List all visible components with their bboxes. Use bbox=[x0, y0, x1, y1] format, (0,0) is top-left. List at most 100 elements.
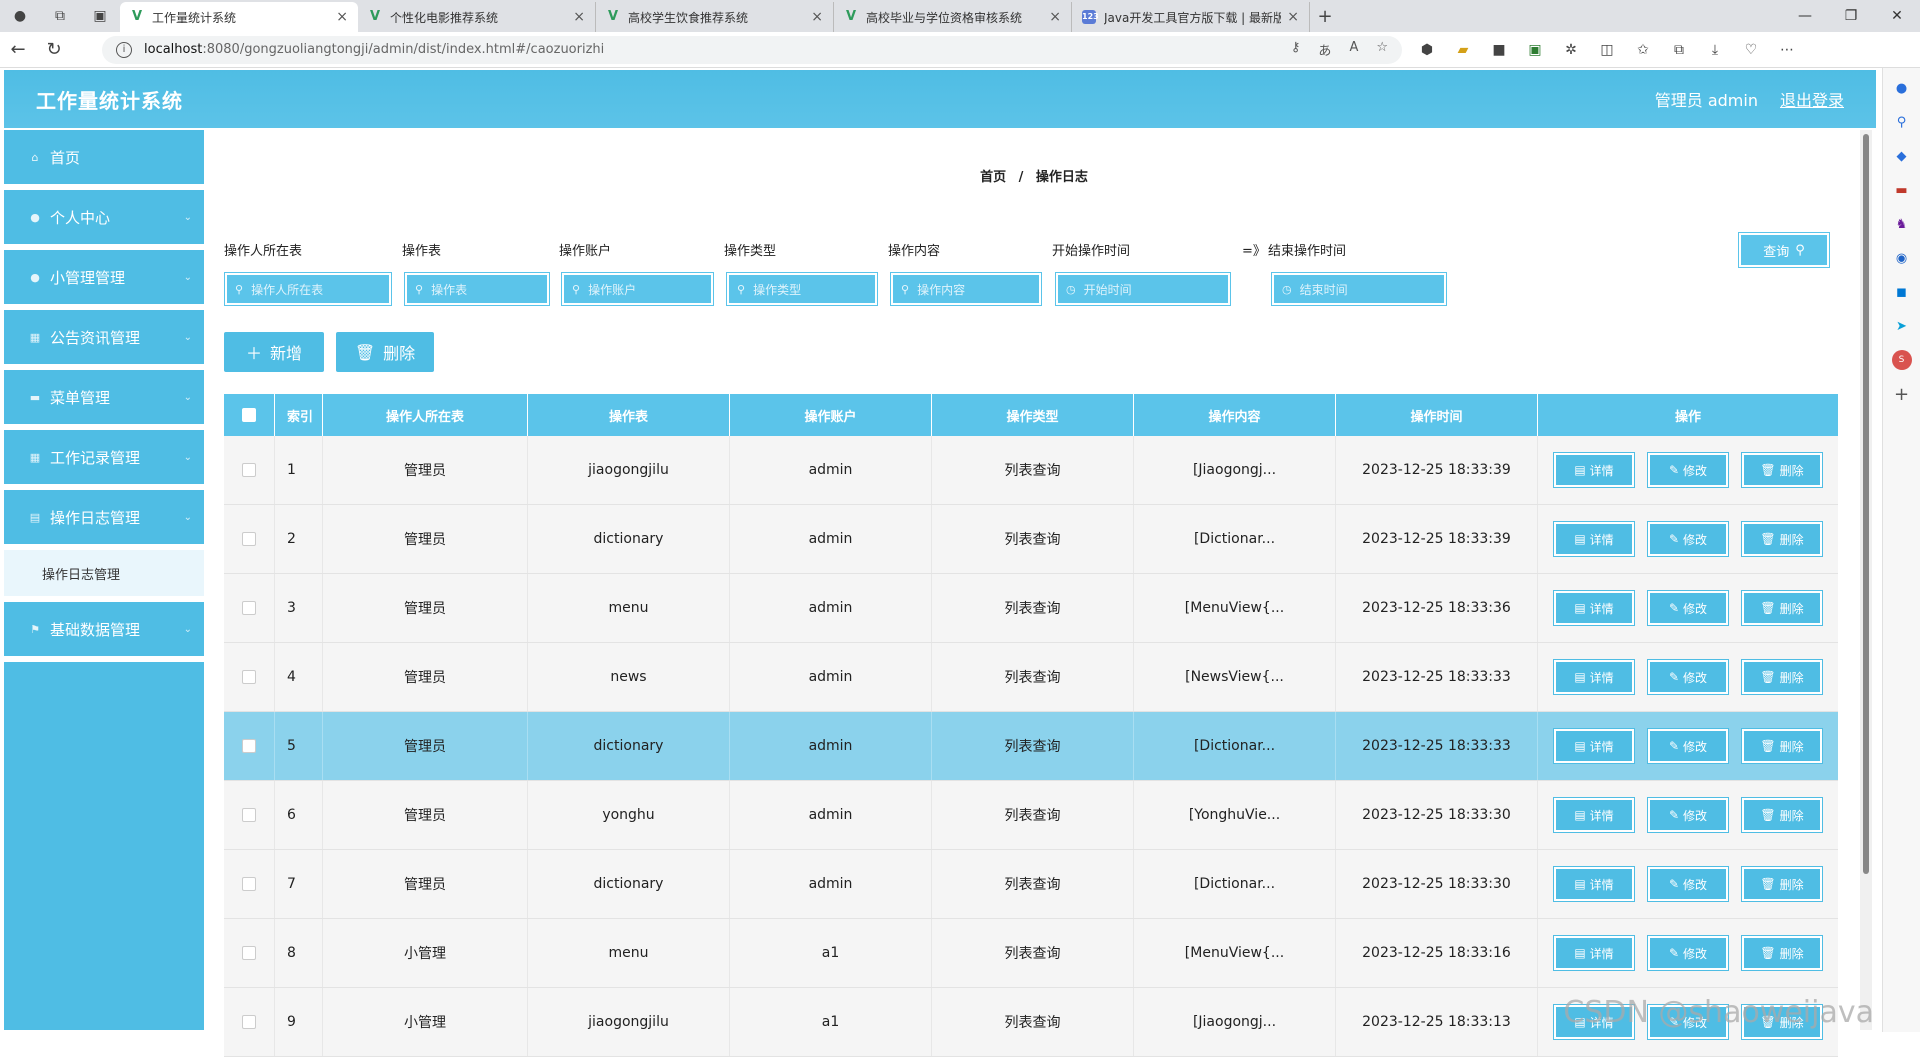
row-detail-button[interactable]: ▤详情 bbox=[1553, 659, 1635, 695]
profile-icon[interactable]: ● bbox=[0, 0, 40, 32]
close-window-icon[interactable]: ✕ bbox=[1874, 0, 1920, 32]
filter-input[interactable]: ⚲操作内容 bbox=[890, 272, 1042, 306]
filter-input[interactable]: ⚲操作人所在表 bbox=[224, 272, 392, 306]
row-detail-button[interactable]: ▤详情 bbox=[1553, 866, 1635, 902]
page-scrollbar[interactable] bbox=[1860, 130, 1872, 1030]
search-icon[interactable]: ⚲ bbox=[1892, 112, 1912, 132]
row-delete-button[interactable]: 🗑删除 bbox=[1741, 659, 1823, 695]
url-input[interactable]: i localhost:8080/gongzuoliangtongji/admi… bbox=[102, 36, 1402, 64]
filter-input[interactable]: ⚲操作账户 bbox=[561, 272, 714, 306]
row-edit-button[interactable]: ✎修改 bbox=[1647, 452, 1729, 488]
sidebar-subitem-active[interactable]: 操作日志管理 bbox=[4, 550, 204, 602]
extension-green-icon[interactable]: ▣ bbox=[1524, 39, 1546, 61]
row-edit-button[interactable]: ✎修改 bbox=[1647, 659, 1729, 695]
row-checkbox[interactable] bbox=[242, 1015, 256, 1029]
extension-shield-icon[interactable]: ⬢ bbox=[1416, 39, 1438, 61]
collections-icon[interactable]: ⧉ bbox=[1668, 39, 1690, 61]
extensions-icon[interactable]: ✲ bbox=[1560, 39, 1582, 61]
row-delete-button[interactable]: 🗑删除 bbox=[1741, 797, 1823, 833]
row-detail-button[interactable]: ▤详情 bbox=[1553, 590, 1635, 626]
row-delete-button[interactable]: 🗑删除 bbox=[1741, 935, 1823, 971]
extension-dark-icon[interactable]: ■ bbox=[1488, 39, 1510, 61]
more-menu-icon[interactable]: ⋯ bbox=[1776, 39, 1798, 61]
filter-input[interactable]: ◷开始时间 bbox=[1055, 272, 1231, 306]
sidebar-item[interactable]: ▦公告资讯管理⌄ bbox=[4, 310, 204, 370]
outlook-icon[interactable]: ◼ bbox=[1892, 282, 1912, 302]
browser-tab[interactable]: V高校学生饮食推荐系统× bbox=[596, 2, 834, 32]
row-edit-button[interactable]: ✎修改 bbox=[1647, 866, 1729, 902]
sidebar-item[interactable]: ●个人中心⌄ bbox=[4, 190, 204, 250]
row-checkbox[interactable] bbox=[242, 670, 256, 684]
restore-icon[interactable]: ❐ bbox=[1828, 0, 1874, 32]
extension-folder-icon[interactable]: ▰ bbox=[1452, 39, 1474, 61]
reload-icon[interactable]: ↻ bbox=[36, 32, 72, 68]
briefcase-icon[interactable]: ▬ bbox=[1892, 180, 1912, 200]
add-icon[interactable]: + bbox=[1892, 384, 1912, 404]
close-tab-icon[interactable]: × bbox=[573, 9, 585, 25]
close-tab-icon[interactable]: × bbox=[1287, 9, 1299, 25]
minimize-icon[interactable]: — bbox=[1782, 0, 1828, 32]
sidebar-item[interactable]: ▤操作日志管理⌄ bbox=[4, 490, 204, 550]
row-delete-button[interactable]: 🗑删除 bbox=[1741, 452, 1823, 488]
row-checkbox[interactable] bbox=[242, 808, 256, 822]
row-checkbox[interactable] bbox=[242, 946, 256, 960]
close-tab-icon[interactable]: × bbox=[1049, 9, 1061, 25]
row-edit-button[interactable]: ✎修改 bbox=[1647, 797, 1729, 833]
filter-input[interactable]: ◷结束时间 bbox=[1271, 272, 1447, 306]
select-all-checkbox[interactable] bbox=[242, 408, 256, 422]
filter-input[interactable]: ⚲操作类型 bbox=[726, 272, 878, 306]
row-detail-button[interactable]: ▤详情 bbox=[1553, 935, 1635, 971]
row-edit-button[interactable]: ✎修改 bbox=[1647, 935, 1729, 971]
downloads-icon[interactable]: ⤓ bbox=[1704, 39, 1726, 61]
chess-icon[interactable]: ♞ bbox=[1892, 214, 1912, 234]
split-screen-icon[interactable]: ◫ bbox=[1596, 39, 1618, 61]
row-edit-button[interactable]: ✎修改 bbox=[1647, 521, 1729, 557]
row-delete-button[interactable]: 🗑删除 bbox=[1741, 590, 1823, 626]
row-checkbox[interactable] bbox=[242, 463, 256, 477]
favorites-icon[interactable]: ✩ bbox=[1632, 39, 1654, 61]
sidebar-item[interactable]: ⚑基础数据管理⌄ bbox=[4, 602, 204, 662]
row-detail-button[interactable]: ▤详情 bbox=[1553, 728, 1635, 764]
app-red-icon[interactable]: S bbox=[1892, 350, 1912, 370]
row-delete-button[interactable]: 🗑删除 bbox=[1741, 866, 1823, 902]
bell-icon[interactable]: ● bbox=[1892, 78, 1912, 98]
row-delete-button[interactable]: 🗑删除 bbox=[1741, 728, 1823, 764]
performance-icon[interactable]: ♡ bbox=[1740, 39, 1762, 61]
tab-actions-icon[interactable]: ▣ bbox=[80, 0, 120, 32]
new-tab-button[interactable]: + bbox=[1310, 2, 1340, 32]
info-icon[interactable]: i bbox=[116, 42, 132, 58]
browser-tab[interactable]: V工作量统计系统× bbox=[120, 2, 358, 32]
row-checkbox[interactable] bbox=[242, 877, 256, 891]
close-tab-icon[interactable]: × bbox=[811, 9, 823, 25]
workspaces-icon[interactable]: ⧉ bbox=[40, 0, 80, 32]
tag-icon[interactable]: ◆ bbox=[1892, 146, 1912, 166]
row-checkbox[interactable] bbox=[242, 739, 256, 753]
query-button[interactable]: 查询 ⚲ bbox=[1738, 232, 1830, 268]
back-icon[interactable]: ← bbox=[0, 32, 36, 68]
filter-input[interactable]: ⚲操作表 bbox=[404, 272, 550, 306]
sidebar-item[interactable]: ⌂首页 bbox=[4, 130, 204, 190]
read-aloud-icon[interactable]: A bbox=[1349, 40, 1358, 59]
row-edit-button[interactable]: ✎修改 bbox=[1647, 590, 1729, 626]
close-tab-icon[interactable]: × bbox=[336, 9, 348, 25]
batch-delete-button[interactable]: 🗑 删除 bbox=[336, 332, 434, 372]
row-detail-button[interactable]: ▤详情 bbox=[1553, 521, 1635, 557]
favorite-star-icon[interactable]: ☆ bbox=[1376, 40, 1388, 59]
sidebar-item[interactable]: ▦工作记录管理⌄ bbox=[4, 430, 204, 490]
translate-icon[interactable]: あ bbox=[1318, 40, 1331, 59]
copilot-icon[interactable]: ◉ bbox=[1892, 248, 1912, 268]
scrollbar-thumb[interactable] bbox=[1863, 134, 1869, 874]
row-detail-button[interactable]: ▤详情 bbox=[1553, 452, 1635, 488]
row-checkbox[interactable] bbox=[242, 601, 256, 615]
browser-tab[interactable]: V高校毕业与学位资格审核系统× bbox=[834, 2, 1072, 32]
logout-link[interactable]: 退出登录 bbox=[1780, 87, 1844, 111]
browser-tab[interactable]: 123Java开发工具官方版下载 | 最新版× bbox=[1072, 2, 1310, 32]
row-checkbox[interactable] bbox=[242, 532, 256, 546]
add-button[interactable]: ＋ 新增 bbox=[224, 332, 324, 372]
send-icon[interactable]: ➤ bbox=[1892, 316, 1912, 336]
row-detail-button[interactable]: ▤详情 bbox=[1553, 797, 1635, 833]
key-icon[interactable]: ⚷ bbox=[1291, 40, 1301, 59]
breadcrumb-home[interactable]: 首页 bbox=[980, 170, 1006, 185]
sidebar-item[interactable]: ▬菜单管理⌄ bbox=[4, 370, 204, 430]
row-edit-button[interactable]: ✎修改 bbox=[1647, 728, 1729, 764]
